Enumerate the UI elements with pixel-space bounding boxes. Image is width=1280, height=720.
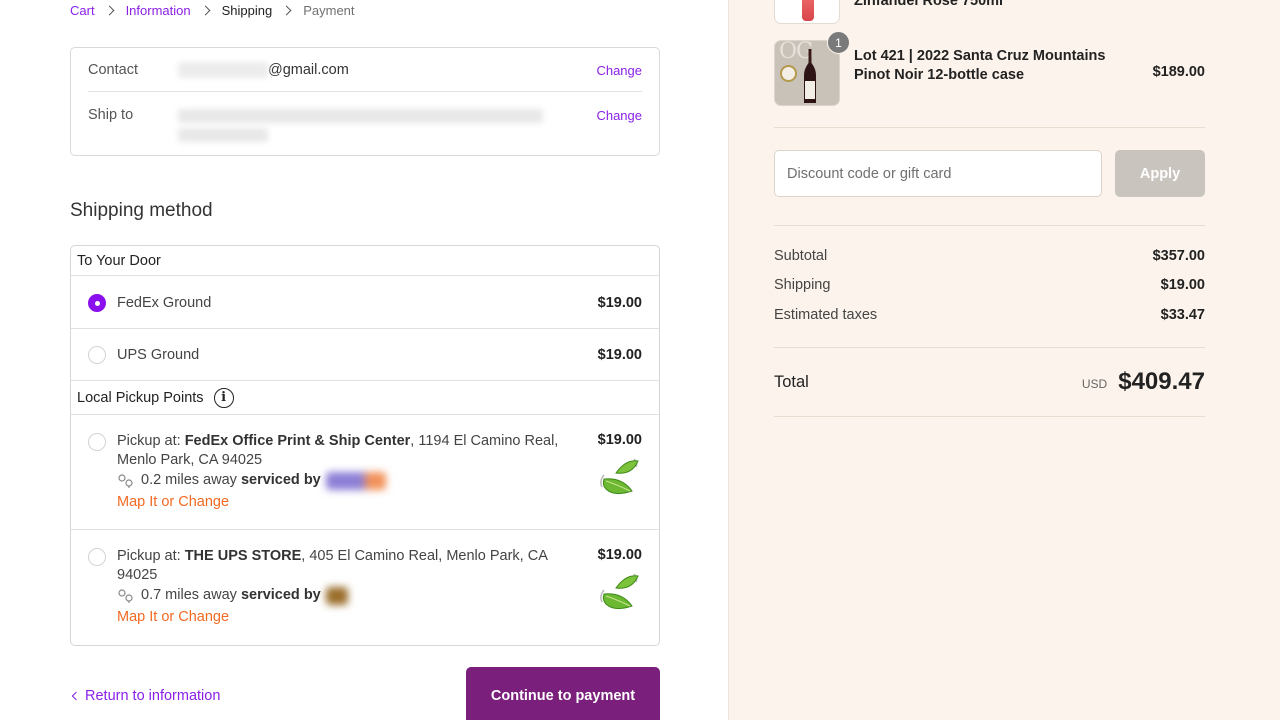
change-shipto-link[interactable]: Change <box>596 108 642 142</box>
contact-email-domain: @gmail.com <box>268 62 349 78</box>
group-local-pickup: Local Pickup Points i <box>71 381 659 415</box>
pickup-price: $19.00 <box>597 547 642 563</box>
info-icon[interactable]: i <box>213 387 234 408</box>
product-price: $189.00 <box>1152 64 1205 80</box>
continue-to-payment-button[interactable]: Continue to payment <box>466 667 660 720</box>
serviced-by-label: serviced by <box>240 472 321 488</box>
pickup-prefix: Pickup at: <box>117 548 185 564</box>
shipping-option-ups-ground[interactable]: UPS Ground $19.00 <box>71 330 659 381</box>
fedex-logo-icon <box>325 471 386 490</box>
pickup-prefix: Pickup at: <box>117 433 185 449</box>
leaf-icon <box>600 458 639 495</box>
serviced-by-label: serviced by <box>240 587 321 603</box>
shipto-row: Ship to Change <box>88 107 642 142</box>
rose-bottle-icon <box>802 0 814 21</box>
shipto-label: Ship to <box>88 107 134 123</box>
pickup-details: Pickup at: THE UPS STORE, 405 El Camino … <box>117 547 572 627</box>
radio-fedex-ground[interactable] <box>88 293 106 312</box>
shipping-methods: To Your Door FedEx Ground $19.00 UPS Gro… <box>70 245 660 646</box>
contact-value: @gmail.com <box>178 62 596 91</box>
option-price: $19.00 <box>597 294 642 311</box>
shipto-value <box>178 107 596 142</box>
total-row: Total USD $409.47 <box>774 365 1205 399</box>
subtotal-row: Subtotal $357.00 <box>774 248 1205 264</box>
pickup-name: THE UPS STORE <box>184 548 302 564</box>
map-pins-icon <box>118 473 133 488</box>
wine-bottle-icon <box>804 49 816 103</box>
pickup-distance: 0.7 miles away <box>141 587 237 603</box>
chevron-left-icon <box>71 691 81 701</box>
shipping-method-title: Shipping method <box>70 200 213 221</box>
breadcrumb-payment: Payment <box>303 2 355 18</box>
shipping-value: $19.00 <box>1160 277 1205 293</box>
apply-discount-button[interactable]: Apply <box>1115 150 1205 197</box>
pickup-name: FedEx Office Print & Ship Center <box>184 433 411 449</box>
order-line-item: OG 1 Lot 421 | 2022 Santa Cruz Mountains… <box>774 31 1205 106</box>
pickup-option-fedex-office[interactable]: Pickup at: FedEx Office Print & Ship Cen… <box>71 416 659 530</box>
breadcrumb: Cart Information Shipping Payment <box>70 2 355 18</box>
pickup-distance-row: 0.2 miles away serviced by <box>117 471 572 490</box>
contact-row: Contact @gmail.com Change <box>88 62 642 92</box>
group-local-pickup-label: Local Pickup Points <box>77 389 204 406</box>
option-price: $19.00 <box>597 347 642 363</box>
taxes-value: $33.47 <box>1160 307 1205 323</box>
product-name: Zinfandel Rose 750ml <box>854 0 1004 9</box>
divider <box>774 127 1205 128</box>
review-box: Contact @gmail.com Change Ship to Change <box>70 47 660 156</box>
radio-pickup-fedex-office[interactable] <box>88 433 106 451</box>
discount-code-input[interactable] <box>774 150 1102 197</box>
shipping-row: Shipping $19.00 <box>774 277 1205 293</box>
divider <box>774 347 1205 348</box>
divider <box>774 416 1205 417</box>
quantity-badge: 1 <box>827 31 850 54</box>
total-currency: USD <box>1081 377 1108 391</box>
breadcrumb-information[interactable]: Information <box>126 3 191 18</box>
pickup-distance: 0.2 miles away <box>141 472 237 488</box>
taxes-label: Estimated taxes <box>774 307 878 323</box>
group-to-your-door: To Your Door <box>71 246 659 276</box>
shipping-label: Shipping <box>774 277 831 293</box>
pickup-details: Pickup at: FedEx Office Print & Ship Cen… <box>117 432 572 512</box>
pickup-distance-row: 0.7 miles away serviced by <box>117 586 572 605</box>
map-it-link[interactable]: Map It or Change <box>117 608 572 627</box>
option-label: UPS Ground <box>117 347 200 363</box>
subtotal-label: Subtotal <box>774 248 828 264</box>
chevron-right-icon <box>281 5 292 15</box>
redacted-address <box>178 107 543 142</box>
radio-ups-ground[interactable] <box>88 346 106 364</box>
ups-logo-icon <box>325 586 348 605</box>
option-label: FedEx Ground <box>117 294 212 311</box>
breadcrumb-cart[interactable]: Cart <box>70 3 95 18</box>
change-contact-link[interactable]: Change <box>596 63 642 91</box>
total-label: Total <box>774 372 809 391</box>
map-it-link[interactable]: Map It or Change <box>117 493 572 512</box>
taxes-row: Estimated taxes $33.47 <box>774 307 1205 323</box>
checkout-main: Cart Information Shipping Payment Contac… <box>0 0 728 720</box>
pickup-option-ups-store[interactable]: Pickup at: THE UPS STORE, 405 El Camino … <box>71 531 659 645</box>
product-name: Lot 421 | 2022 Santa Cruz Mountains Pino… <box>854 48 1106 83</box>
contact-label: Contact <box>88 62 138 78</box>
award-seal-icon <box>780 65 797 82</box>
total-value: $409.47 <box>1118 368 1205 395</box>
chevron-right-icon <box>200 5 211 15</box>
leaf-icon <box>600 573 639 610</box>
return-to-information-link[interactable]: Return to information <box>70 688 220 704</box>
breadcrumb-shipping: Shipping <box>221 2 273 18</box>
shipping-option-fedex-ground[interactable]: FedEx Ground $19.00 <box>71 277 659 329</box>
redacted-email-user <box>178 62 268 78</box>
subtotal-value: $357.00 <box>1152 248 1205 264</box>
pickup-price: $19.00 <box>597 432 642 448</box>
divider <box>774 225 1205 226</box>
product-thumbnail <box>774 0 840 24</box>
chevron-right-icon <box>104 5 115 15</box>
return-label: Return to information <box>85 688 221 704</box>
order-summary: Zinfandel Rose 750ml OG 1 Lot 421 | 2022… <box>728 0 1280 720</box>
radio-pickup-ups-store[interactable] <box>88 548 106 566</box>
map-pins-icon <box>118 588 133 603</box>
